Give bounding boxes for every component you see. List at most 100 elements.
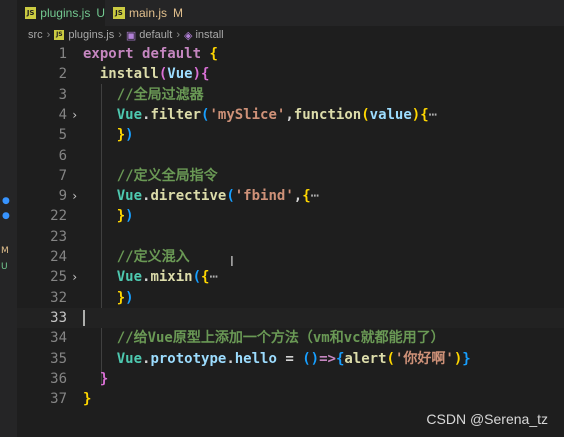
code-line[interactable]: 2 install(Vue){ — [17, 64, 564, 84]
code-token: => — [319, 350, 336, 367]
untracked-marker: U — [1, 262, 8, 272]
code-token: } — [462, 350, 471, 367]
code-line[interactable]: 33 — [17, 307, 564, 328]
code-line[interactable]: 6 — [17, 146, 564, 166]
code-token: ) — [125, 289, 134, 306]
line-number: 9 — [58, 188, 67, 205]
code-token: Vue — [167, 66, 193, 83]
code-line[interactable]: 22 }) — [17, 206, 564, 226]
code-token: ( — [226, 188, 235, 205]
code-text: //定义全局指令 — [83, 166, 218, 186]
code-line[interactable]: 9 › Vue.directive('fbind',{⋯ — [17, 186, 564, 206]
code-line[interactable]: 3 //全局过滤器 — [17, 85, 564, 105]
code-token: , — [293, 188, 303, 205]
code-line[interactable]: 25 › Vue.mixin({⋯ — [17, 267, 564, 287]
line-number: 34 — [50, 330, 67, 347]
fold-chevron-icon[interactable]: › — [71, 105, 78, 125]
code-token: { — [302, 188, 311, 205]
line-number: 35 — [50, 350, 67, 367]
code-token: hello — [234, 350, 277, 367]
tab-main-js[interactable]: JS main.js M — [113, 0, 203, 26]
code-token: function — [293, 106, 362, 123]
code-token: ( — [192, 269, 202, 286]
breadcrumb-file[interactable]: plugins.js — [68, 29, 114, 41]
line-number: 33 — [50, 309, 67, 326]
code-token: , — [285, 106, 294, 123]
code-token: directive — [150, 188, 227, 205]
code-line[interactable]: 4 › Vue.filter('mySlice',function(value){… — [17, 105, 564, 125]
code-token: ( — [361, 106, 370, 123]
code-line[interactable]: 24 //定义混入 — [17, 247, 564, 267]
code-token: } — [83, 391, 92, 408]
code-token: 'fbind' — [234, 188, 294, 205]
code-text: } — [83, 389, 91, 409]
code-token: } — [83, 370, 109, 387]
code-line[interactable]: 7 //定义全局指令 — [17, 166, 564, 186]
code-text: //定义混入 — [83, 247, 190, 267]
line-number: 23 — [50, 228, 67, 245]
code-token: //定义混入 — [83, 249, 190, 265]
chevron-right-icon: › — [46, 29, 51, 41]
fold-chevron-icon[interactable]: › — [71, 267, 78, 287]
code-token: alert — [344, 350, 387, 367]
line-number: 3 — [58, 86, 67, 103]
fold-chevron-icon[interactable]: › — [71, 186, 78, 206]
tab-label: plugins.js — [40, 6, 91, 20]
code-line[interactable]: 35 Vue.prototype.hello = ()=>{alert('你好啊… — [17, 349, 564, 369]
line-number: 2 — [58, 66, 67, 83]
code-token: Vue — [83, 350, 143, 367]
code-text: install(Vue){ — [83, 64, 210, 84]
line-number: 25 — [50, 269, 67, 286]
code-text: Vue.filter('mySlice',function(value){⋯ — [83, 105, 437, 125]
javascript-file-icon: JS — [113, 7, 125, 19]
line-number: 4 — [58, 106, 67, 123]
code-line[interactable]: 32 }) — [17, 288, 564, 308]
code-token: } — [83, 127, 126, 144]
code-token: filter — [150, 106, 202, 123]
breadcrumb-symbol-install[interactable]: install — [195, 29, 223, 41]
code-token: 'mySlice' — [209, 106, 286, 123]
code-token: ) — [453, 350, 463, 367]
tab-bar: JS plugins.js U JS main.js M — [17, 0, 564, 26]
chevron-right-icon: › — [118, 29, 122, 41]
line-number: 32 — [50, 289, 67, 306]
code-text: Vue.mixin({⋯ — [83, 267, 218, 287]
line-number: 37 — [50, 391, 67, 408]
code-text: //给Vue原型上添加一个方法（vm和vc就都能用了） — [83, 328, 445, 348]
line-number: 6 — [58, 147, 67, 164]
code-token: ) — [192, 66, 202, 83]
code-line[interactable]: 36 } — [17, 369, 564, 389]
code-token: Vue — [83, 106, 143, 123]
line-number: 1 — [58, 46, 67, 62]
folded-ellipsis[interactable]: ⋯ — [311, 188, 319, 204]
breadcrumb-symbol-default[interactable]: default — [139, 29, 172, 41]
method-icon: ◈ — [183, 29, 193, 42]
code-line[interactable]: 34 //给Vue原型上添加一个方法（vm和vc就都能用了） — [17, 328, 564, 348]
breadcrumb-folder[interactable]: src — [28, 29, 43, 41]
code-token: } — [83, 208, 126, 225]
code-text: //全局过滤器 — [83, 85, 204, 105]
code-text: }) — [83, 125, 134, 145]
module-icon: ▣ — [125, 29, 137, 42]
folded-ellipsis[interactable]: ⋯ — [209, 269, 217, 285]
code-line[interactable]: 5 }) — [17, 125, 564, 145]
code-text: export default { — [83, 44, 218, 64]
code-token: '你好啊' — [394, 350, 454, 367]
code-token: default — [142, 46, 210, 62]
code-token: ( — [302, 350, 311, 367]
code-token: Vue — [83, 269, 143, 286]
javascript-file-icon: JS — [54, 30, 65, 40]
code-line[interactable]: 37} — [17, 389, 564, 409]
code-token: value — [369, 106, 412, 123]
code-editor[interactable]: I 1 export default {2 install(Vue){3 //全局… — [17, 44, 564, 437]
modified-marker: M — [1, 246, 9, 256]
code-token: { — [201, 66, 210, 83]
tab-plugins-js[interactable]: JS plugins.js U — [17, 0, 105, 26]
code-line[interactable]: 1 export default { — [17, 44, 564, 64]
code-token: ) — [125, 127, 134, 144]
code-token: ( — [386, 350, 395, 367]
scm-marker-dot: ● — [2, 196, 10, 206]
code-token: export — [83, 46, 143, 62]
code-line[interactable]: 23 — [17, 227, 564, 247]
folded-ellipsis[interactable]: ⋯ — [429, 107, 437, 123]
